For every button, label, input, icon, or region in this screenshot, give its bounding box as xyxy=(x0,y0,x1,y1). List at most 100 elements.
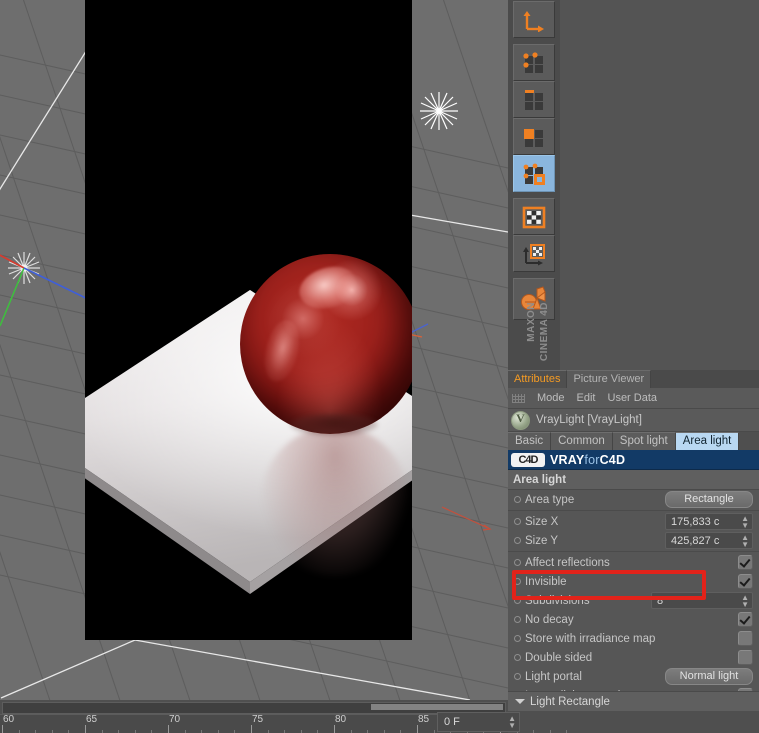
tab-spot-light[interactable]: Spot light xyxy=(612,432,676,450)
group-header-light-rectangle[interactable]: Light Rectangle xyxy=(508,691,759,711)
row-double-sided[interactable]: Double sided xyxy=(508,648,759,667)
time-scroll-track[interactable] xyxy=(2,702,506,714)
ruler-tick-major xyxy=(251,725,252,733)
row-affect-reflections[interactable]: Affect reflections xyxy=(508,553,759,572)
leader-dots xyxy=(563,516,660,527)
animate-dot-icon[interactable] xyxy=(514,537,521,544)
tab-area-light[interactable]: Area light xyxy=(675,432,740,450)
viewport-perspective[interactable] xyxy=(0,0,508,700)
area-type-combo[interactable]: Rectangle xyxy=(665,491,753,508)
tab-attributes[interactable]: Attributes xyxy=(508,370,568,388)
leader-dots xyxy=(594,595,646,606)
vray-banner-for: for xyxy=(584,452,600,467)
row-store-irradiance[interactable]: Store with irradiance map xyxy=(508,629,759,648)
polygons-mode-icon[interactable] xyxy=(513,118,555,155)
subdivisions-input[interactable]: 8 ▲ ▼ xyxy=(651,592,753,609)
animate-dot-icon[interactable] xyxy=(514,616,521,623)
edges-mode-icon[interactable] xyxy=(513,81,555,118)
attribute-sub-tabs[interactable]: Basic Common Spot light Area light xyxy=(508,432,759,450)
store-irradiance-checkbox[interactable] xyxy=(738,631,753,646)
animate-dot-icon[interactable] xyxy=(514,578,521,585)
area-light-gizmo[interactable] xyxy=(418,90,460,132)
leader-dots xyxy=(563,535,660,546)
row-area-type[interactable]: Area type Rectangle xyxy=(508,490,759,509)
current-frame-field[interactable]: 0 F ▲ ▼ xyxy=(437,712,520,732)
timeline-bar[interactable]: 60657075808590 xyxy=(0,700,568,733)
row-divider xyxy=(508,510,759,511)
stepper-icon[interactable]: ▲ ▼ xyxy=(508,715,516,730)
invisible-checkbox[interactable] xyxy=(738,574,753,589)
ruler-label: 80 xyxy=(335,714,347,725)
label-area-type: Area type xyxy=(525,493,575,506)
leader-dots xyxy=(597,652,733,663)
row-divider xyxy=(508,551,759,552)
ruler-tick-major xyxy=(85,725,86,733)
cinema4d-window: MAXON CINEMA 4D Attributes Picture Viewe… xyxy=(0,0,759,733)
attribute-panel-footer xyxy=(508,711,759,733)
row-size-x[interactable]: Size X 175,833 c ▲ ▼ xyxy=(508,512,759,531)
ruler-tick-major xyxy=(168,725,169,733)
double-sided-checkbox[interactable] xyxy=(738,650,753,665)
group-header-area-light: Area light xyxy=(508,470,759,490)
ruler-label: 70 xyxy=(169,714,181,725)
animate-dot-icon[interactable] xyxy=(514,559,521,566)
tab-picture-viewer[interactable]: Picture Viewer xyxy=(567,370,652,388)
vray-banner-c4d: C4D xyxy=(599,452,626,467)
animate-dot-icon[interactable] xyxy=(514,518,521,525)
no-decay-checkbox[interactable] xyxy=(738,612,753,627)
menu-edit[interactable]: Edit xyxy=(577,392,596,404)
model-mode-icon[interactable] xyxy=(513,155,555,192)
stepper-icon[interactable]: ▲ ▼ xyxy=(741,514,749,529)
row-no-decay[interactable]: No decay xyxy=(508,610,759,629)
animate-dot-icon[interactable] xyxy=(514,635,521,642)
row-light-portal[interactable]: Light portal Normal light xyxy=(508,667,759,686)
label-double-sided: Double sided xyxy=(525,651,593,664)
panel-grip-icon[interactable] xyxy=(512,393,525,403)
stepper-icon[interactable]: ▲ ▼ xyxy=(741,593,749,608)
leader-dots xyxy=(586,671,660,682)
leader-dots xyxy=(578,614,733,625)
animate-dot-icon[interactable] xyxy=(514,496,521,503)
label-invisible: Invisible xyxy=(525,575,567,588)
animate-dot-icon[interactable] xyxy=(514,654,521,661)
attribute-panel-tabs[interactable]: Attributes Picture Viewer xyxy=(508,370,759,388)
row-subdivisions[interactable]: Subdivisions 8 ▲ ▼ xyxy=(508,591,759,610)
label-no-decay: No decay xyxy=(525,613,574,626)
sphere-contact-shadow xyxy=(290,414,378,436)
animate-dot-icon[interactable] xyxy=(514,673,521,680)
label-size-y: Size Y xyxy=(525,534,559,547)
chevron-down-icon[interactable] xyxy=(515,699,525,704)
subdivisions-value: 8 xyxy=(657,594,664,607)
points-mode-icon[interactable] xyxy=(513,44,555,81)
affect-reflections-checkbox[interactable] xyxy=(738,555,753,570)
attribute-manager: Attributes Picture Viewer Mode Edit User… xyxy=(508,370,759,733)
tab-basic[interactable]: Basic xyxy=(508,432,552,450)
ruler-label: 60 xyxy=(3,714,15,725)
texture-axis-mode-icon[interactable] xyxy=(513,235,555,272)
vray-banner: C4D VRAYforC4D xyxy=(508,450,759,470)
leader-dots xyxy=(660,633,733,644)
sphere-reflection xyxy=(261,426,409,576)
texture-mode-icon[interactable] xyxy=(513,198,555,235)
ruler-label: 65 xyxy=(86,714,98,725)
selected-object-row[interactable]: VrayLight [VrayLight] xyxy=(508,409,759,432)
ruler-label: 85 xyxy=(418,714,430,725)
attribute-rows: Area type Rectangle Size X 175,833 c ▲ ▼ … xyxy=(508,490,759,705)
menu-mode[interactable]: Mode xyxy=(537,392,565,404)
leader-dots xyxy=(614,557,733,568)
tab-common[interactable]: Common xyxy=(551,432,613,450)
size-x-input[interactable]: 175,833 c ▲ ▼ xyxy=(665,513,753,530)
animate-dot-icon[interactable] xyxy=(514,597,521,604)
ruler-label: 75 xyxy=(252,714,264,725)
stepper-icon[interactable]: ▲ ▼ xyxy=(741,533,749,548)
attribute-menu-bar[interactable]: Mode Edit User Data xyxy=(508,388,759,409)
floor-axis-marker xyxy=(441,506,492,531)
row-size-y[interactable]: Size Y 425,827 c ▲ ▼ xyxy=(508,531,759,550)
timeline-ruler[interactable]: 60657075808590 xyxy=(0,714,568,733)
row-invisible[interactable]: Invisible xyxy=(508,572,759,591)
time-scroll-thumb[interactable] xyxy=(371,704,503,710)
menu-user-data[interactable]: User Data xyxy=(608,392,658,404)
light-portal-combo[interactable]: Normal light xyxy=(665,668,753,685)
size-y-input[interactable]: 425,827 c ▲ ▼ xyxy=(665,532,753,549)
axis-modify-tool-icon[interactable] xyxy=(513,1,555,38)
